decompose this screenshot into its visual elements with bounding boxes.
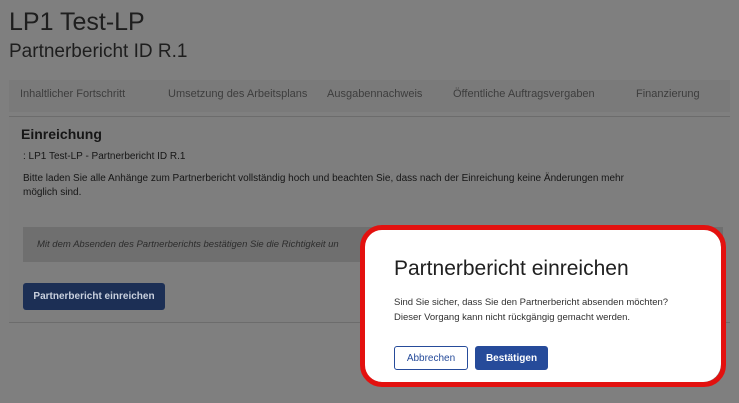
- tab-inhaltlicher-fortschritt[interactable]: Inhaltlicher Fortschritt: [20, 88, 125, 100]
- submission-instructions: Bitte laden Sie alle Anhänge zum Partner…: [23, 173, 624, 198]
- confirmation-notice-text: Mit dem Absenden des Partnerberichts bes…: [37, 239, 339, 250]
- tab-bar: Inhaltlicher Fortschritt Umsetzung des A…: [9, 80, 730, 112]
- tab-oeffentliche-auftragsvergaben[interactable]: Öffentliche Auftragsvergaben: [453, 88, 595, 100]
- dialog-highlight-frame: [360, 225, 726, 387]
- submission-heading: Einreichung: [21, 126, 102, 142]
- report-reference: : LP1 Test-LP - Partnerbericht ID R.1: [23, 151, 186, 162]
- tab-umsetzung-arbeitsplan[interactable]: Umsetzung des Arbeitsplans: [168, 88, 307, 100]
- tab-finanzierung[interactable]: Finanzierung: [636, 88, 700, 100]
- page-subtitle: Partnerbericht ID R.1: [9, 41, 188, 62]
- page-title: LP1 Test-LP: [9, 8, 145, 36]
- tab-ausgabennachweis[interactable]: Ausgabennachweis: [327, 88, 422, 100]
- submit-report-button[interactable]: Partnerbericht einreichen: [23, 283, 165, 310]
